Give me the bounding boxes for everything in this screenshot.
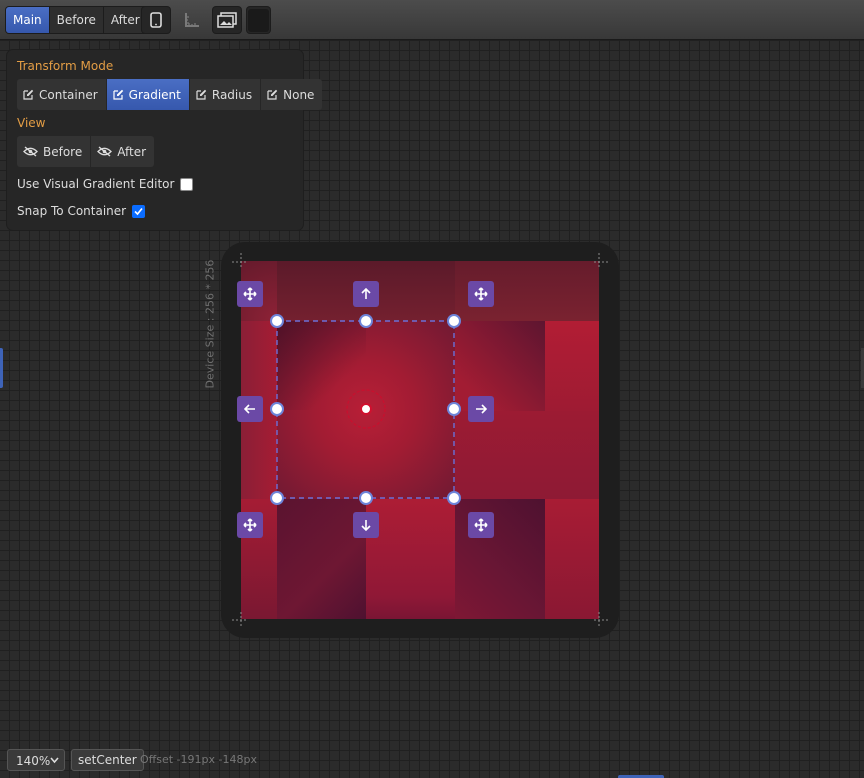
snap-option: Snap To Container xyxy=(17,204,146,218)
edit-icon xyxy=(267,89,278,100)
mode-container-button[interactable]: Container xyxy=(17,79,107,110)
mobile-device-icon xyxy=(150,12,162,28)
chevron-down-icon xyxy=(50,757,59,764)
view-after-label: After xyxy=(117,144,147,159)
move-down-handle[interactable] xyxy=(353,512,379,538)
set-center-button[interactable]: setCenter xyxy=(71,749,144,771)
tab-before[interactable]: Before xyxy=(50,7,104,33)
eye-slash-icon xyxy=(23,146,38,157)
arrow-left-icon xyxy=(244,404,255,414)
move-left-handle[interactable] xyxy=(237,396,263,422)
background-image-button[interactable] xyxy=(213,7,241,33)
device-toggle-button[interactable] xyxy=(142,7,170,33)
tab-main[interactable]: Main xyxy=(6,7,50,33)
checkmark-icon xyxy=(134,207,143,215)
zoom-select[interactable]: 140% xyxy=(7,749,65,771)
view-tabs: Main Before After xyxy=(6,7,147,33)
mode-radius-label: Radius xyxy=(211,87,253,102)
move-top-left-handle[interactable] xyxy=(237,281,263,307)
eye-slash-icon xyxy=(97,146,113,157)
mode-radius-button[interactable]: Radius xyxy=(189,79,262,110)
view-buttons: Before After xyxy=(17,136,155,167)
transform-mode-title: Transform Mode xyxy=(17,59,114,73)
tab-after[interactable]: After xyxy=(104,7,147,33)
move-bottom-left-handle[interactable] xyxy=(237,512,263,538)
move-icon xyxy=(243,287,257,301)
move-icon xyxy=(474,518,488,532)
top-toolbar: Main Before After xyxy=(0,0,864,40)
image-icon xyxy=(217,12,237,28)
mode-none-button[interactable]: None xyxy=(261,79,323,110)
device-size-label: Device Size : 256 * 256 xyxy=(203,259,217,389)
settings-panel: Transform Mode Container Gradient Radius… xyxy=(7,50,323,230)
gradient-center-point[interactable] xyxy=(360,403,372,415)
control-point-right[interactable] xyxy=(447,402,461,416)
bottom-bar: 140% setCenter Offset -191px -148px xyxy=(0,744,864,778)
zoom-value: 140% xyxy=(16,754,51,768)
color-swatch xyxy=(248,8,269,32)
move-right-handle[interactable] xyxy=(468,396,494,422)
view-title: View xyxy=(17,116,46,130)
mode-gradient-button[interactable]: Gradient xyxy=(106,79,190,110)
snap-label: Snap To Container xyxy=(17,204,127,218)
mode-container-label: Container xyxy=(39,87,98,102)
view-before-button[interactable]: Before xyxy=(17,136,92,167)
transform-mode-buttons: Container Gradient Radius None xyxy=(17,79,323,110)
crop-marks xyxy=(232,253,608,628)
arrow-down-icon xyxy=(361,520,371,531)
edit-icon xyxy=(113,89,123,100)
arrow-up-icon xyxy=(361,288,371,299)
view-before-label: Before xyxy=(43,144,83,159)
control-point-bottom[interactable] xyxy=(359,491,373,505)
snap-checkbox[interactable] xyxy=(132,204,146,218)
background-color-swatch[interactable] xyxy=(247,7,270,33)
visual-editor-option: Use Visual Gradient Editor xyxy=(17,177,194,191)
offset-readout: Offset -191px -148px xyxy=(140,753,257,766)
move-icon xyxy=(474,287,488,301)
mode-gradient-label: Gradient xyxy=(128,87,181,102)
move-top-right-handle[interactable] xyxy=(468,281,494,307)
control-point-top-left[interactable] xyxy=(270,314,284,328)
move-icon xyxy=(243,518,257,532)
move-bottom-right-handle[interactable] xyxy=(468,512,494,538)
mode-none-label: None xyxy=(283,87,315,102)
control-point-bottom-left[interactable] xyxy=(270,491,284,505)
left-edge-tab[interactable] xyxy=(0,348,3,388)
ruler-icon xyxy=(185,13,199,27)
view-after-button[interactable]: After xyxy=(91,136,155,167)
control-point-left[interactable] xyxy=(270,402,284,416)
control-point-bottom-right[interactable] xyxy=(447,491,461,505)
control-point-top[interactable] xyxy=(359,314,373,328)
edit-icon xyxy=(196,89,207,100)
ruler-button[interactable] xyxy=(178,7,206,33)
visual-editor-label: Use Visual Gradient Editor xyxy=(17,177,175,191)
move-up-handle[interactable] xyxy=(353,281,379,307)
arrow-right-icon xyxy=(476,404,487,414)
edit-icon xyxy=(23,89,34,100)
control-point-top-right[interactable] xyxy=(447,314,461,328)
visual-editor-checkbox[interactable] xyxy=(180,177,194,191)
